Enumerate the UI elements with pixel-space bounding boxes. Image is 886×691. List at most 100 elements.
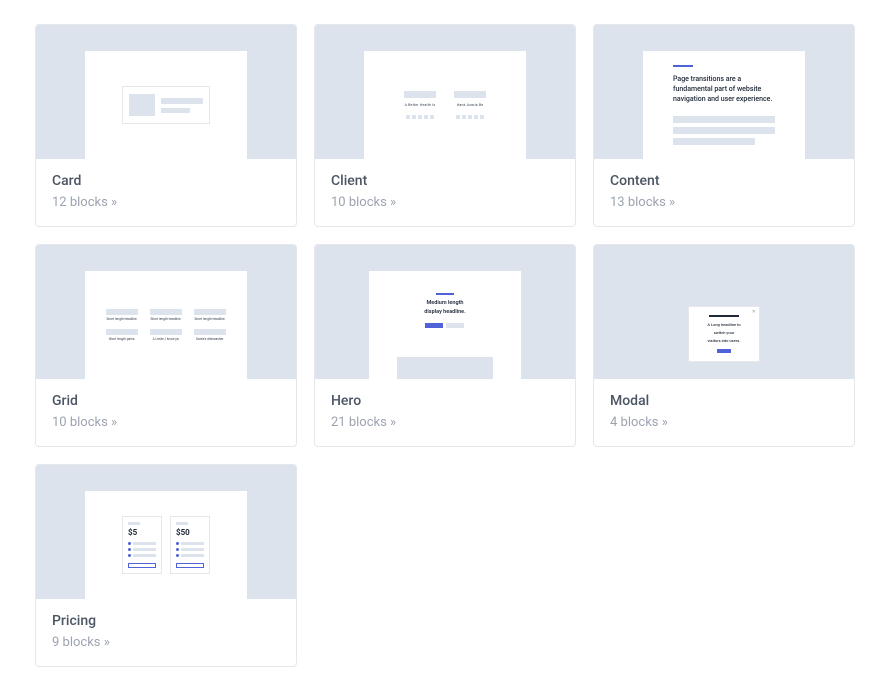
preview-surface: Short length headline. Short length head… xyxy=(85,271,247,379)
pricing-wireframe: $5 $50 xyxy=(122,516,210,574)
dots xyxy=(456,115,484,119)
check-icon xyxy=(128,548,131,551)
content-wireframe: Page transitions are a fundamental part … xyxy=(659,51,789,145)
check-icon xyxy=(128,554,131,557)
category-card-hero[interactable]: Medium length display headline. Hero 21 … xyxy=(314,244,576,447)
placeholder-bar xyxy=(106,309,138,315)
placeholder-line xyxy=(181,542,204,545)
dot-icon xyxy=(430,115,434,119)
placeholder-button-secondary xyxy=(446,323,464,328)
preview xyxy=(36,25,296,159)
preview-surface: Page transitions are a fundamental part … xyxy=(643,51,805,159)
feature-row xyxy=(128,548,156,551)
preview-label: Dante's dishwasher. xyxy=(196,337,224,341)
dot-icon xyxy=(468,115,472,119)
feature-row xyxy=(176,554,204,557)
placeholder-line xyxy=(673,127,775,134)
preview-label: Short length pains. xyxy=(109,337,136,341)
pricing-tile: $5 xyxy=(122,516,162,574)
client-wireframe: A Better Health Is Hank Azaria Be xyxy=(404,91,486,119)
feature-row xyxy=(128,542,156,545)
card-body: Hero 21 blocks xyxy=(315,379,575,446)
dot-icon xyxy=(424,115,428,119)
preview-surface: $5 $50 xyxy=(85,491,247,599)
category-title: Client xyxy=(331,173,559,189)
dots xyxy=(406,115,434,119)
placeholder-line xyxy=(673,116,775,123)
category-title: Hero xyxy=(331,393,559,409)
placeholder-line xyxy=(181,548,204,551)
preview-headline: display headline. xyxy=(424,309,465,316)
check-icon xyxy=(176,554,179,557)
placeholder-image xyxy=(129,94,155,116)
category-title: Pricing xyxy=(52,613,280,629)
category-card-card[interactable]: Card 12 blocks xyxy=(35,24,297,227)
category-title: Card xyxy=(52,173,280,189)
placeholder-button-primary xyxy=(425,323,443,328)
preview-label: A Better Health Is xyxy=(405,103,436,107)
preview-surface: A Better Health Is Hank Azaria Be xyxy=(364,51,526,159)
preview-price: $50 xyxy=(176,528,204,537)
feature-row xyxy=(176,548,204,551)
check-icon xyxy=(128,542,131,545)
placeholder-bar xyxy=(194,309,226,315)
grid-cell: Short length pains. xyxy=(103,329,141,341)
category-count: 10 blocks xyxy=(331,195,559,210)
category-count: 21 blocks xyxy=(331,415,559,430)
hero-buttons xyxy=(425,323,464,328)
preview-surface: Medium length display headline. xyxy=(369,271,521,379)
category-grid: Card 12 blocks A Better Health Is xyxy=(35,24,851,667)
preview-text: visitors into users. xyxy=(708,338,741,343)
accent-bar xyxy=(673,65,693,67)
card-body: Card 12 blocks xyxy=(36,159,296,226)
placeholder-bar xyxy=(454,91,486,98)
client-column: A Better Health Is xyxy=(404,91,436,119)
placeholder-line xyxy=(133,542,156,545)
dot-icon xyxy=(480,115,484,119)
category-card-client[interactable]: A Better Health Is Hank Azaria Be xyxy=(314,24,576,227)
placeholder-line xyxy=(161,108,190,113)
preview: Medium length display headline. xyxy=(315,245,575,379)
category-count: 12 blocks xyxy=(52,195,280,210)
category-count: 13 blocks xyxy=(610,195,838,210)
category-count: 10 blocks xyxy=(52,415,280,430)
feature-list xyxy=(128,542,156,557)
category-card-grid[interactable]: Short length headline. Short length head… xyxy=(35,244,297,447)
dot-icon xyxy=(406,115,410,119)
card-wireframe xyxy=(122,86,210,124)
placeholder-text xyxy=(161,98,203,113)
accent-bar xyxy=(709,315,739,317)
check-icon xyxy=(176,548,179,551)
hero-wireframe: Medium length display headline. xyxy=(369,275,521,375)
placeholder-bar xyxy=(150,309,182,315)
close-icon: ✕ xyxy=(752,309,756,315)
card-body: Client 10 blocks xyxy=(315,159,575,226)
placeholder-line xyxy=(161,98,203,104)
placeholder-cta xyxy=(176,563,204,568)
category-card-pricing[interactable]: $5 $50 xyxy=(35,464,297,667)
placeholder-bar xyxy=(128,522,140,525)
placeholder-bar xyxy=(404,91,436,98)
feature-list xyxy=(176,542,204,557)
card-body: Grid 10 blocks xyxy=(36,379,296,446)
preview-surface: ✕ A Long headline to switch your visitor… xyxy=(659,289,789,379)
grid-cell: A Leslie, I know ya. xyxy=(147,329,185,341)
placeholder-bar xyxy=(176,522,188,525)
dot-icon xyxy=(462,115,466,119)
category-card-content[interactable]: Page transitions are a fundamental part … xyxy=(593,24,855,227)
category-card-modal[interactable]: ✕ A Long headline to switch your visitor… xyxy=(593,244,855,447)
check-icon xyxy=(176,542,179,545)
grid-cell: Short length headline. xyxy=(103,309,141,321)
preview-label: A Leslie, I know ya. xyxy=(153,337,180,341)
dot-icon xyxy=(474,115,478,119)
preview: Page transitions are a fundamental part … xyxy=(594,25,854,159)
placeholder-cta xyxy=(128,563,156,568)
pricing-tile: $50 xyxy=(170,516,210,574)
preview-headline: Page transitions are a fundamental part … xyxy=(673,75,775,104)
placeholder-image xyxy=(397,357,493,379)
preview-headline: Medium length xyxy=(426,300,463,307)
placeholder-line xyxy=(133,554,156,557)
dot-icon xyxy=(412,115,416,119)
placeholder-bar xyxy=(194,329,226,335)
grid-cell: Dante's dishwasher. xyxy=(191,329,229,341)
